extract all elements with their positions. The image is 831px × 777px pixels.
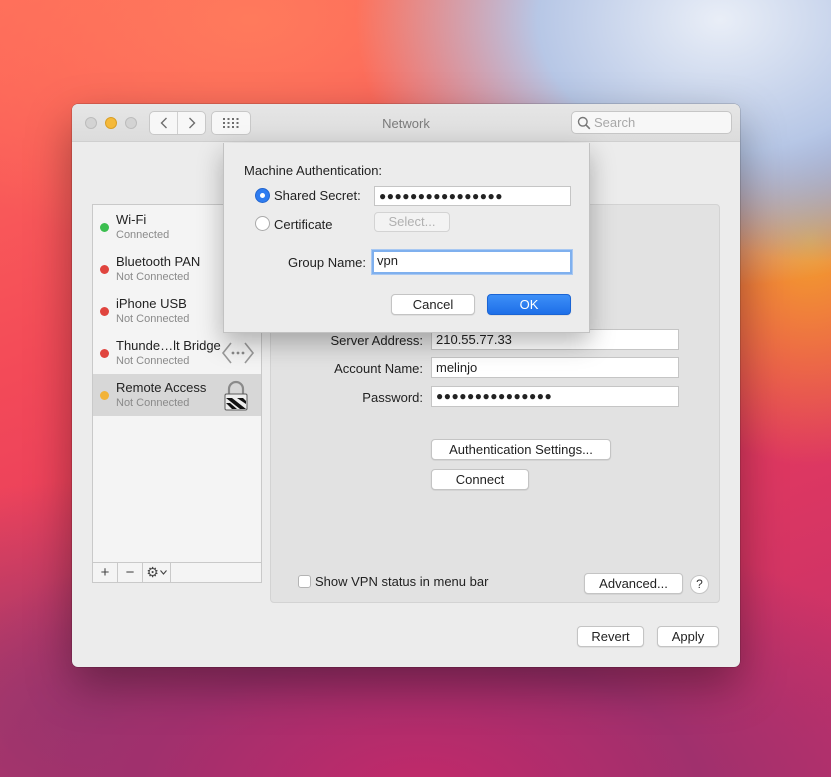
apply-button[interactable]: Apply [657,626,719,647]
cancel-button[interactable]: Cancel [391,294,475,315]
service-item-thunderbolt-bridge[interactable]: Thunde…lt Bridge Not Connected [93,332,261,374]
service-name: Bluetooth PAN [116,254,201,269]
machine-authentication-sheet: Machine Authentication: Shared Secret: ●… [223,143,590,333]
account-name-label: Account Name: [334,361,423,376]
search-icon [577,116,591,130]
authentication-settings-button[interactable]: Authentication Settings... [431,439,611,460]
service-status: Not Connected [116,313,190,325]
select-certificate-button[interactable]: Select... [374,212,450,232]
remove-service-button[interactable]: − [118,563,143,582]
advanced-button[interactable]: Advanced... [584,573,683,594]
ok-button[interactable]: OK [487,294,571,315]
shared-secret-field[interactable]: ●●●●●●●●●●●●●●●● [374,186,571,206]
group-name-label: Group Name: [287,255,366,270]
status-dot-not-connected [100,307,109,316]
service-name: iPhone USB [116,296,187,311]
shared-secret-radio[interactable] [255,188,270,203]
plus-icon: + [100,564,110,581]
password-field[interactable]: ●●●●●●●●●●●●●●● [431,386,679,407]
service-name: Wi-Fi [116,212,147,227]
service-status: Not Connected [116,271,190,283]
revert-button[interactable]: Revert [577,626,644,647]
thunderbolt-bridge-icon [221,342,255,364]
service-status: Not Connected [116,355,190,367]
show-vpn-status-checkbox[interactable] [298,575,311,588]
certificate-radio[interactable] [255,216,270,231]
service-item-remote-access[interactable]: Remote Access Not Connected [93,374,261,416]
service-actions-menu[interactable]: ⚙ [143,563,171,582]
service-status: Connected [116,229,170,241]
vpn-lock-icon [224,380,248,411]
status-dot-inactive [100,391,109,400]
minus-icon: − [125,564,135,581]
group-name-field[interactable]: vpn [372,250,572,274]
show-vpn-status-label: Show VPN status in menu bar [315,574,489,589]
help-button[interactable]: ? [690,575,709,594]
status-dot-not-connected [100,349,109,358]
connect-button[interactable]: Connect [431,469,529,490]
status-dot-not-connected [100,265,109,274]
service-status: Not Connected [116,397,190,409]
shared-secret-label: Shared Secret: [274,188,361,203]
service-list-toolbar: + − ⚙ [93,562,261,582]
search-input[interactable] [594,114,728,131]
gear-icon: ⚙ [146,564,159,580]
certificate-label: Certificate [274,217,333,232]
title-bar: Network [72,104,740,142]
chevron-down-icon [159,570,167,575]
server-address-label: Server Address: [330,333,424,348]
sheet-heading: Machine Authentication: [244,163,383,178]
service-name: Thunde…lt Bridge [116,338,221,353]
account-name-field[interactable]: melinjo [431,357,679,378]
add-service-button[interactable]: + [93,563,118,582]
search-field[interactable] [571,111,732,134]
status-dot-connected [100,223,109,232]
password-label: Password: [362,390,423,405]
service-name: Remote Access [116,380,207,395]
